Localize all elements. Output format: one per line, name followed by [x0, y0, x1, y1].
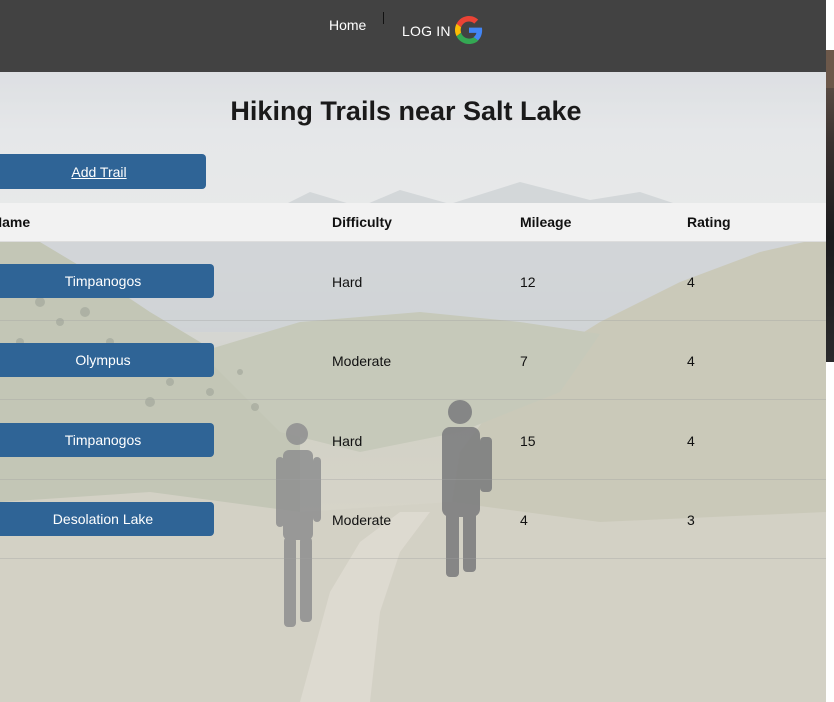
- trail-name-button[interactable]: Timpanogos: [0, 423, 214, 457]
- trail-mileage: 4: [520, 512, 528, 528]
- header-difficulty: Difficulty: [332, 214, 392, 230]
- table-row: Desolation Lake Moderate 4 3: [0, 479, 826, 559]
- trail-name-button[interactable]: Olympus: [0, 343, 214, 377]
- trail-difficulty: Moderate: [332, 353, 392, 369]
- table-row: Olympus Moderate 7 4: [0, 320, 826, 400]
- add-trail-button[interactable]: Add Trail: [0, 154, 206, 189]
- window-edge-dark: [826, 50, 834, 362]
- add-trail-label: Add Trail: [71, 163, 127, 180]
- window-edge-dark-top: [826, 50, 834, 88]
- header-mileage: Mileage: [520, 214, 572, 230]
- table-row: Timpanogos Hard 12 4: [0, 241, 826, 321]
- window-edge: [826, 0, 834, 702]
- trail-mileage: 7: [520, 353, 528, 369]
- trail-difficulty: Moderate: [332, 512, 392, 528]
- table-header-row: Name Difficulty Mileage Rating: [0, 203, 826, 242]
- trail-mileage: 15: [520, 433, 536, 449]
- trail-difficulty: Hard: [332, 274, 363, 290]
- trail-name-button[interactable]: Timpanogos: [0, 264, 214, 298]
- trail-rating: 3: [687, 512, 695, 528]
- trail-rating: 4: [687, 433, 695, 449]
- login-button[interactable]: LOG IN: [402, 16, 483, 45]
- trail-mileage: 12: [520, 274, 536, 290]
- page: Home LOG IN Hiking Trails near Salt Lake…: [0, 0, 834, 702]
- trail-name-button[interactable]: Desolation Lake: [0, 502, 214, 536]
- page-title: Hiking Trails near Salt Lake: [230, 96, 582, 126]
- nav-separator: [383, 12, 384, 24]
- trail-difficulty: Hard: [332, 433, 363, 449]
- table-row: Timpanogos Hard 15 4: [0, 400, 826, 480]
- nav-home-link[interactable]: Home: [329, 17, 366, 33]
- trail-rating: 4: [687, 274, 695, 290]
- header-name: Name: [0, 214, 31, 230]
- top-navbar: Home LOG IN: [0, 0, 826, 72]
- header-rating: Rating: [687, 214, 731, 230]
- login-label: LOG IN: [402, 23, 451, 39]
- google-g-icon: [454, 16, 483, 44]
- trail-rating: 4: [687, 353, 695, 369]
